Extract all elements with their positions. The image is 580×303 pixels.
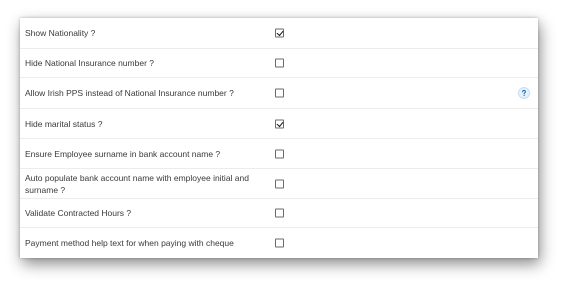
payment-help-text-checkbox[interactable] — [275, 238, 284, 248]
setting-label: Validate Contracted Hours ? — [25, 208, 132, 218]
setting-row-validate-hours: Validate Contracted Hours ? — [20, 199, 538, 228]
setting-label: Hide National Insurance number ? — [25, 58, 154, 68]
setting-label: Hide marital status ? — [25, 118, 103, 129]
show-nationality-checkbox[interactable] — [275, 28, 284, 38]
setting-row-allow-irish-pps: Allow Irish PPS instead of National Insu… — [20, 78, 538, 109]
setting-row-ensure-surname: Ensure Employee surname in bank account … — [20, 139, 538, 169]
setting-label: Auto populate bank account name with emp… — [25, 172, 249, 195]
setting-row-hide-marital-status: Hide marital status ? — [20, 109, 538, 139]
allow-irish-pps-checkbox[interactable] — [275, 88, 284, 98]
setting-row-hide-ni-number: Hide National Insurance number ? — [20, 49, 538, 78]
hide-marital-status-checkbox[interactable] — [275, 119, 284, 128]
settings-panel: Show Nationality ? Hide National Insuran… — [20, 18, 538, 258]
validate-hours-checkbox[interactable] — [275, 208, 284, 218]
setting-label: Payment method help text for when paying… — [25, 238, 234, 248]
setting-label: Allow Irish PPS instead of National Insu… — [25, 88, 234, 98]
setting-label: Show Nationality ? — [25, 28, 96, 38]
question-icon[interactable] — [518, 87, 530, 99]
setting-row-show-nationality: Show Nationality ? — [20, 18, 538, 49]
hide-ni-number-checkbox[interactable] — [275, 58, 284, 68]
auto-populate-bank-name-checkbox[interactable] — [275, 179, 284, 188]
setting-label: Ensure Employee surname in bank account … — [25, 148, 221, 159]
setting-row-auto-populate-bank-name: Auto populate bank account name with emp… — [20, 169, 538, 199]
ensure-surname-checkbox[interactable] — [275, 149, 284, 158]
setting-row-payment-help-text: Payment method help text for when paying… — [20, 228, 538, 258]
